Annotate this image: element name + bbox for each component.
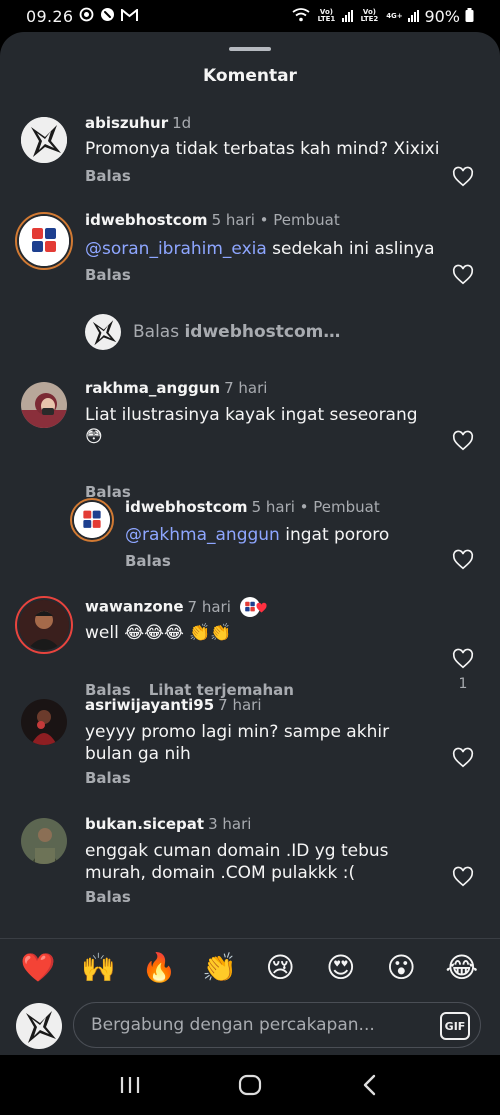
comment-username[interactable]: wawanzone bbox=[85, 598, 184, 616]
comment-time: 1d bbox=[172, 114, 192, 132]
comment-time: 7 hari bbox=[187, 597, 231, 616]
emoji-clap[interactable]: 👏 bbox=[200, 948, 240, 988]
comment-username[interactable]: bukan.sicepat bbox=[85, 815, 204, 833]
comment-time: 5 hari • Pembuat bbox=[211, 211, 340, 229]
reply-prompt[interactable]: Balas idwebhostcom… bbox=[85, 314, 340, 350]
avatar bbox=[85, 314, 121, 350]
sim1-label: Vo) LTE1 bbox=[317, 8, 336, 23]
avatar[interactable] bbox=[21, 818, 67, 864]
shazam-icon bbox=[100, 7, 115, 26]
heart-icon[interactable] bbox=[452, 866, 474, 888]
signal-icon bbox=[408, 10, 420, 22]
mention-link[interactable]: @soran_ibrahim_exia bbox=[85, 239, 267, 259]
avatar[interactable] bbox=[15, 596, 73, 654]
reply-prompt-username: idwebhostcom… bbox=[184, 322, 341, 342]
comment-username[interactable]: rakhma_anggun bbox=[85, 379, 220, 397]
comment-input[interactable] bbox=[91, 1015, 411, 1035]
comment-time: 7 hari bbox=[218, 696, 262, 714]
emoji-fire[interactable]: 🔥 bbox=[139, 948, 179, 988]
emoji-heart-eyes[interactable]: 😍 bbox=[321, 948, 361, 988]
avatar[interactable] bbox=[21, 117, 67, 163]
comment-input-row: GIF bbox=[0, 998, 500, 1055]
network-label: 4G+ bbox=[386, 11, 403, 20]
status-time: 09.26 bbox=[26, 6, 74, 26]
comment-text: sedekah ini aslinya bbox=[266, 239, 435, 259]
avatar[interactable] bbox=[21, 382, 67, 428]
comment-time: 3 hari bbox=[208, 815, 252, 833]
comment-username[interactable]: idwebhostcom bbox=[85, 211, 208, 229]
comment-emoji: 😳 bbox=[85, 427, 103, 447]
comment-time: 5 hari • Pembuat bbox=[251, 498, 380, 516]
comments-sheet: Komentar abiszuhur 1d Promonya tidak terb… bbox=[0, 32, 500, 1055]
comment-text: enggak cuman domain .ID yg tebus murah, … bbox=[85, 841, 389, 883]
sim2-label: Vo) LTE2 bbox=[360, 8, 379, 23]
reply-prompt-prefix: Balas bbox=[133, 322, 185, 342]
back-icon bbox=[363, 1074, 376, 1096]
gmail-icon bbox=[121, 7, 139, 26]
comment-text: Promonya tidak terbatas kah mind? Xixixi bbox=[85, 139, 440, 159]
reply-button[interactable]: Balas bbox=[85, 888, 131, 906]
avatar[interactable] bbox=[21, 699, 67, 745]
reply-button[interactable]: Balas bbox=[85, 769, 131, 787]
back-button[interactable] bbox=[350, 1065, 390, 1105]
comment-text: yeyyy promo lagi min? sampe akhir bulan … bbox=[85, 722, 390, 764]
emoji-heart[interactable]: ❤️ bbox=[18, 948, 58, 988]
emoji-cry[interactable]: 😢 bbox=[260, 948, 300, 988]
comment-input-box[interactable]: GIF bbox=[73, 1002, 481, 1048]
navigation-bar bbox=[0, 1055, 500, 1115]
drag-handle[interactable] bbox=[229, 47, 271, 51]
recent-apps-icon bbox=[120, 1077, 140, 1093]
comment-text: Liat ilustrasinya kayak ingat seseorang bbox=[85, 405, 418, 425]
recording-icon bbox=[79, 7, 94, 26]
comment-username[interactable]: asriwijayanti95 bbox=[85, 696, 214, 714]
comment-text: well 😂😂😂 👏👏 bbox=[85, 623, 232, 643]
avatar[interactable] bbox=[15, 212, 73, 270]
heart-icon[interactable] bbox=[452, 747, 474, 769]
recent-apps-button[interactable] bbox=[110, 1065, 150, 1105]
sheet-title: Komentar bbox=[203, 66, 297, 86]
signal-icon bbox=[342, 10, 354, 22]
battery-percent: 90% bbox=[424, 6, 460, 26]
home-button[interactable] bbox=[230, 1065, 270, 1105]
emoji-reaction-bar: ❤️ 🙌 🔥 👏 😢 😍 😮 😂 bbox=[0, 938, 500, 996]
heart-icon[interactable] bbox=[452, 166, 474, 188]
comment-text: ingat pororo bbox=[279, 525, 390, 545]
status-bar: 09.26 Vo) LTE1 Vo) LTE2 4G+ 90% bbox=[0, 0, 500, 32]
heart-icon[interactable] bbox=[452, 264, 474, 286]
comment-time: 7 hari bbox=[224, 379, 268, 397]
like-count: 1 bbox=[458, 676, 468, 692]
wifi-icon bbox=[292, 7, 310, 26]
reply-button[interactable]: Balas bbox=[85, 167, 131, 185]
emoji-surprised[interactable]: 😮 bbox=[381, 948, 421, 988]
comment-username[interactable]: abiszuhur bbox=[85, 114, 168, 132]
creator-liked-badge bbox=[239, 597, 268, 617]
emoji-laugh[interactable]: 😂 bbox=[442, 948, 482, 988]
heart-icon[interactable] bbox=[452, 648, 474, 670]
emoji-raising-hands[interactable]: 🙌 bbox=[79, 948, 119, 988]
reply-button[interactable]: Balas bbox=[85, 266, 131, 284]
avatar bbox=[16, 1003, 62, 1049]
gif-button[interactable]: GIF bbox=[440, 1012, 470, 1040]
comment-username[interactable]: idwebhostcom bbox=[125, 498, 248, 516]
heart-icon[interactable] bbox=[452, 430, 474, 452]
reply-button[interactable]: Balas bbox=[125, 552, 171, 570]
avatar[interactable] bbox=[70, 498, 114, 542]
home-icon bbox=[238, 1074, 262, 1096]
mention-link[interactable]: @rakhma_anggun bbox=[125, 525, 280, 545]
heart-icon[interactable] bbox=[452, 549, 474, 571]
battery-icon bbox=[465, 7, 474, 26]
